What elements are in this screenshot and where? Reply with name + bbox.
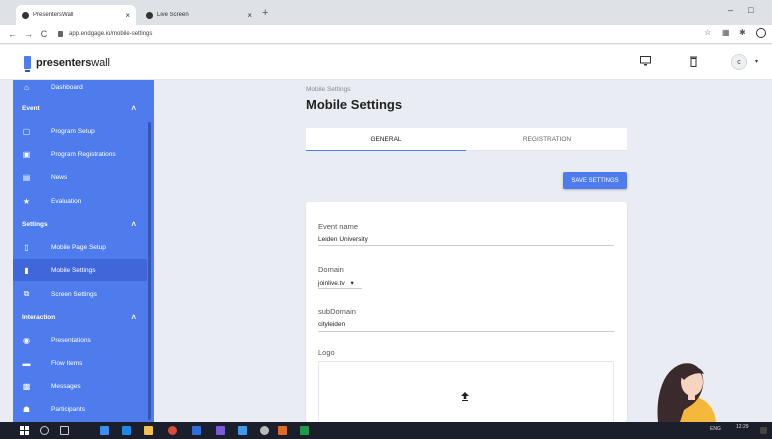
domain-underline — [318, 288, 362, 289]
sidebar-item-participants[interactable]: ☗ Participants — [13, 398, 154, 420]
browser-tab-title: Live Screen — [157, 12, 189, 18]
phone-icon: ▯ — [24, 242, 29, 252]
url-input[interactable]: app.endgage.io/mobile-settings — [69, 31, 152, 37]
sidebar-item-program-registrations[interactable]: ▣ Program Registrations — [13, 143, 154, 165]
monitor-icon[interactable] — [640, 56, 651, 69]
excel-icon[interactable] — [300, 426, 309, 435]
windows-start-icon[interactable] — [20, 426, 29, 435]
sidebar-item-flow-items[interactable]: ▬ Flow Items — [13, 352, 154, 374]
sidebar-item-mobile-page-setup[interactable]: ▯ Mobile Page Setup — [13, 236, 154, 258]
browser-profile-icon[interactable] — [756, 28, 766, 38]
upload-icon[interactable] — [461, 392, 469, 404]
extension-icon[interactable]: ▦ — [722, 28, 730, 37]
presentation-icon: ◉ — [23, 335, 30, 345]
domain-select[interactable]: joinlive.tv ▾ — [318, 279, 354, 287]
logo-label: Logo — [318, 348, 335, 357]
sidebar-item-presentations[interactable]: ◉ Presentations — [13, 329, 154, 351]
domain-label: Domain — [318, 265, 344, 274]
edge-icon[interactable] — [100, 426, 109, 435]
subdomain-input[interactable]: cityleiden — [318, 321, 345, 328]
vlc-icon[interactable] — [278, 426, 287, 435]
favicon-icon — [22, 11, 29, 19]
calendar-icon: ▢ — [22, 126, 31, 136]
folder-icon[interactable] — [144, 426, 153, 435]
logo-icon — [24, 56, 31, 72]
app-header — [0, 45, 772, 80]
maximize-icon[interactable]: □ — [748, 5, 753, 15]
mail-icon[interactable] — [238, 426, 247, 435]
presenter-illustration — [657, 363, 716, 422]
sidebar-item-messages[interactable]: ▩ Messages — [13, 375, 154, 397]
chrome-icon[interactable] — [168, 426, 177, 435]
windows-taskbar — [0, 422, 772, 439]
chevron-up-icon: ˄ — [131, 103, 136, 113]
settings-tabs: GENERAL REGISTRATION — [306, 128, 627, 151]
breadcrumb: Mobile Settings — [306, 86, 351, 93]
flow-icon: ▬ — [22, 358, 31, 368]
subdomain-underline — [318, 331, 614, 332]
page-title: Mobile Settings — [306, 97, 403, 112]
lock-icon — [58, 31, 63, 37]
close-tab-icon[interactable]: × — [247, 11, 252, 20]
event-name-label: Event name — [318, 222, 359, 231]
clock[interactable]: 12:29 — [736, 424, 749, 430]
news-icon: ▤ — [22, 172, 31, 182]
star-bookmark-icon[interactable]: ☆ — [704, 28, 711, 37]
avatar[interactable]: c — [731, 54, 747, 70]
phone-settings-icon: ▮ — [24, 265, 29, 275]
ie-icon[interactable] — [192, 426, 201, 435]
browser-tab-presenterswall[interactable]: PresentersWall × — [16, 5, 136, 25]
home-icon: ⌂ — [24, 82, 29, 92]
event-name-underline — [318, 245, 614, 246]
sidebar-section-event[interactable]: Event ˄ — [13, 98, 154, 118]
settings-gear-icon[interactable] — [260, 426, 269, 435]
clipboard-icon: ▣ — [22, 149, 31, 159]
message-icon: ▩ — [22, 381, 31, 391]
notification-icon[interactable] — [760, 427, 767, 434]
save-settings-button[interactable]: SAVE SETTINGS — [563, 172, 627, 189]
sidebar-item-screen-settings[interactable]: ⧉ Screen Settings — [13, 283, 154, 305]
tab-registration[interactable]: REGISTRATION — [467, 128, 627, 151]
back-icon[interactable]: ← — [8, 29, 17, 39]
people-icon: ☗ — [22, 404, 31, 414]
new-tab-button[interactable]: + — [262, 7, 268, 19]
search-icon[interactable] — [40, 426, 49, 435]
language-indicator[interactable]: ENG — [710, 426, 721, 432]
forward-icon[interactable]: → — [24, 29, 33, 39]
trash-icon[interactable] — [690, 56, 697, 70]
sidebar-item-mobile-settings[interactable]: ▮ Mobile Settings — [13, 259, 147, 281]
logo[interactable]: presenterswall — [36, 57, 110, 69]
task-view-icon[interactable] — [60, 426, 69, 435]
event-name-input[interactable]: Leiden University — [318, 236, 368, 243]
tab-general[interactable]: GENERAL — [306, 128, 466, 151]
sidebar-item-dashboard[interactable]: ⌂ Dashboard — [13, 80, 154, 98]
favicon-icon — [146, 11, 153, 19]
browser-tab-live-screen[interactable]: Live Screen × — [140, 5, 258, 25]
chevron-up-icon: ˄ — [131, 219, 136, 229]
sidebar-item-program-setup[interactable]: ▢ Program Setup — [13, 120, 154, 142]
close-tab-icon[interactable]: × — [125, 11, 130, 20]
chevron-up-icon: ˄ — [131, 312, 136, 322]
reload-icon[interactable]: C — [40, 29, 48, 39]
sidebar: ⌂ Dashboard Event ˄ ▢ Program Setup ▣ Pr… — [13, 80, 154, 422]
star-icon: ★ — [22, 196, 31, 206]
sidebar-item-news[interactable]: ▤ News — [13, 166, 154, 188]
browser-tab-title: PresentersWall — [33, 12, 74, 18]
minimize-icon[interactable]: – — [728, 5, 733, 15]
chevron-down-icon: ▾ — [350, 280, 354, 287]
sidebar-section-interaction[interactable]: Interaction ˄ — [13, 307, 154, 327]
puzzle-icon[interactable]: ✱ — [739, 28, 746, 37]
teams-icon[interactable] — [216, 426, 225, 435]
store-icon[interactable] — [122, 426, 131, 435]
sidebar-scrollbar[interactable] — [148, 122, 151, 420]
chevron-down-icon[interactable]: ▾ — [755, 58, 758, 65]
sidebar-section-settings[interactable]: Settings ˄ — [13, 214, 154, 234]
address-bar: ← → C app.endgage.io/mobile-settings — [0, 25, 772, 44]
screen-icon: ⧉ — [23, 289, 30, 298]
sidebar-item-evaluation[interactable]: ★ Evaluation — [13, 190, 154, 212]
subdomain-label: subDomain — [318, 307, 356, 316]
